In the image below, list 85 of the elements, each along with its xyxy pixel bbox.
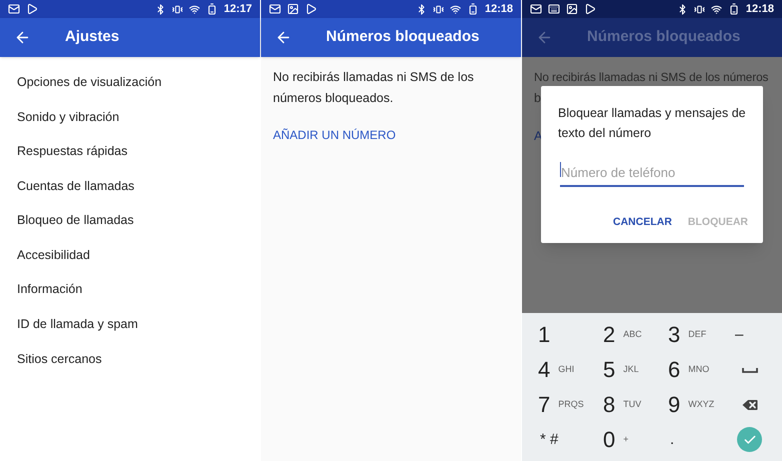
back-button[interactable] xyxy=(536,29,553,46)
keypad-key[interactable]: 6 MNO xyxy=(652,352,717,387)
bluetooth-icon xyxy=(154,4,166,14)
bluetooth-icon xyxy=(416,4,427,14)
key-digit: 9 xyxy=(668,394,680,416)
play-icon xyxy=(584,3,596,15)
screen-title: Números bloqueados xyxy=(326,27,480,48)
keypad-key[interactable]: 5 JKL xyxy=(587,352,652,387)
key-letters: JKL xyxy=(623,362,639,376)
space-bar-icon xyxy=(742,366,758,372)
battery-icon xyxy=(466,3,479,15)
screen-title: Ajustes xyxy=(65,27,120,48)
key-letters: GHI xyxy=(558,362,574,376)
settings-item[interactable]: Sonido y vibración xyxy=(0,100,260,134)
mail-icon xyxy=(269,3,281,15)
back-button[interactable] xyxy=(275,29,292,46)
check-icon xyxy=(742,432,756,446)
play-icon xyxy=(305,3,317,15)
settings-item[interactable]: Respuestas rápidas xyxy=(0,134,260,169)
battery-icon xyxy=(206,3,218,15)
keypad-key[interactable]: – xyxy=(717,317,782,352)
vibrate-icon xyxy=(432,4,444,14)
image-icon xyxy=(566,3,578,15)
key-letters: DEF xyxy=(688,328,706,341)
key-digit: 7 xyxy=(538,394,550,416)
settings-item[interactable]: Cuentas de llamadas xyxy=(0,168,260,204)
key-letters: TUV xyxy=(623,398,642,411)
key-digit: 0 xyxy=(603,428,616,450)
key-symbol: – xyxy=(735,326,744,342)
settings-item[interactable]: Bloqueo de llamadas xyxy=(0,203,260,238)
key-digit: 2 xyxy=(603,324,616,346)
back-button[interactable] xyxy=(14,29,31,46)
key-digit: 6 xyxy=(668,358,680,380)
key-digit: 3 xyxy=(668,324,680,346)
keypad-key[interactable]: 8 TUV xyxy=(587,387,652,422)
clock-time: 12:17 xyxy=(224,2,252,17)
keypad-key[interactable]: . xyxy=(652,422,717,457)
key-symbol: * # xyxy=(540,430,558,448)
settings-item[interactable]: ID de llamada y spam xyxy=(0,307,260,342)
image-icon xyxy=(287,3,299,15)
key-digit: 5 xyxy=(603,358,616,380)
mail-icon xyxy=(530,3,542,15)
keypad-key[interactable]: 0 + xyxy=(587,422,652,457)
key-letters: + xyxy=(623,432,629,446)
background-text: No recibirás llamadas ni SMS de los números xyxy=(534,70,768,84)
key-letters: ABC xyxy=(623,328,642,341)
key-symbol: . xyxy=(670,430,674,448)
keypad-key[interactable]: 1 xyxy=(522,317,587,352)
battery-icon xyxy=(728,3,740,15)
background-text: b xyxy=(534,91,541,105)
key-digit: 4 xyxy=(538,358,550,380)
settings-item[interactable]: Sitios cercanos xyxy=(0,342,260,376)
keypad-key[interactable]: 4 GHI xyxy=(522,352,587,387)
keypad-key[interactable]: 2 ABC xyxy=(587,317,652,352)
wifi-icon xyxy=(710,4,722,14)
mail-icon xyxy=(8,3,20,15)
wifi-icon xyxy=(450,4,461,14)
vibrate-icon xyxy=(694,4,705,14)
keyboard-icon xyxy=(548,3,560,15)
add-number-link[interactable]: AÑADIR UN NÚMERO xyxy=(261,109,521,144)
phone-number-field[interactable]: Número de teléfono xyxy=(560,163,744,186)
clock-time: 12:18 xyxy=(484,2,513,17)
keypad-key[interactable]: * # xyxy=(522,422,587,457)
play-icon xyxy=(26,3,38,15)
back-arrow-icon xyxy=(536,29,553,46)
keypad-key[interactable]: 3 DEF xyxy=(652,317,717,352)
text-cursor xyxy=(560,162,561,177)
key-letters: MNO xyxy=(688,362,710,376)
description-text: No recibirás llamadas ni SMS de los números bloqueados. xyxy=(272,69,475,107)
keypad-key[interactable]: 7 PRQS xyxy=(522,387,587,422)
key-letters: PRQS xyxy=(558,398,584,411)
settings-item[interactable]: Opciones de visualización xyxy=(0,65,260,100)
dialog-title: Bloquear llamadas y mensajes de texto del número xyxy=(558,105,746,142)
key-letters: WXYZ xyxy=(688,398,714,411)
wifi-icon xyxy=(188,4,200,14)
keypad-key[interactable]: 9 WXYZ xyxy=(652,387,717,422)
clock-time: 12:18 xyxy=(746,2,774,17)
settings-item[interactable]: Información xyxy=(0,272,260,308)
bluetooth-icon xyxy=(676,4,688,14)
dialog-button[interactable]: CANCELAR xyxy=(612,214,672,230)
key-digit: 1 xyxy=(538,324,550,346)
screen-title: Números bloqueados xyxy=(587,27,740,48)
vibrate-icon xyxy=(172,4,183,14)
key-digit: 8 xyxy=(603,394,616,416)
settings-item[interactable]: Accesibilidad xyxy=(0,238,260,273)
